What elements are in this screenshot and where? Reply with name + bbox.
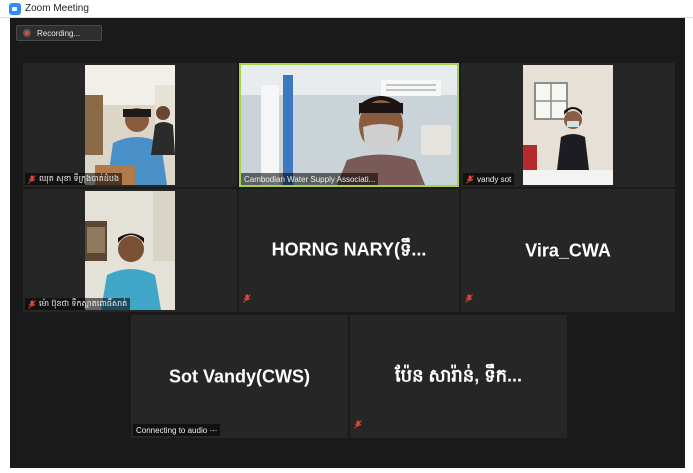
participant-tile[interactable]: vandy sot [461,63,675,187]
participant-display-name: ប៉ែន សារ៉ាន់, ទឹក... [394,365,523,385]
participant-tile[interactable]: ប៉ែន សារ៉ាន់, ទឹក... [350,315,567,438]
participant-display-name: HORNG NARY(ទឹ... [271,239,427,259]
audio-status-label: Connecting to audio ·‑· [136,425,218,435]
muted-mic-icon [28,299,36,309]
participant-tile[interactable]: HORNG NARY(ទឹ... [239,189,459,312]
participant-tile[interactable]: ឈុត សុខា ទីក្រុងបាត់ដំបង [23,63,237,187]
participant-name: vandy sot [477,174,512,184]
recording-label: Recording... [37,28,81,38]
recording-indicator[interactable]: Recording... [16,25,102,41]
muted-mic-icon [243,290,251,308]
audio-status: Connecting to audio ·‑· [133,424,221,436]
participant-nameplate: ម៉ោ ប៊ុនថា ទឹកស្អាតពោធិ៍សាត់ [25,298,131,310]
muted-mic-icon [465,290,473,308]
muted-mic-icon [466,174,474,184]
participant-name: ម៉ោ ប៊ុនថា ទឹកស្អាតពោធិ៍សាត់ [39,299,128,308]
participant-video [85,65,175,185]
muted-mic-icon [354,416,362,434]
active-speaker-tile[interactable]: Cambodian Water Supply Associati... [239,63,459,187]
participant-video [523,65,613,185]
participant-display-name: Sot Vandy(CWS) [168,366,310,386]
participant-video [85,191,175,310]
participant-name: ឈុត សុខា ទីក្រុងបាត់ដំបង [39,174,120,183]
participant-nameplate: Cambodian Water Supply Associati... [241,173,379,185]
window-titlebar: Zoom Meeting [0,0,693,18]
participant-nameplate: ឈុត សុខា ទីក្រុងបាត់ដំបង [25,173,123,185]
window-title: Zoom Meeting [25,3,89,14]
participant-video [241,65,457,185]
participant-tile[interactable]: Sot Vandy(CWS) Connecting to audio ·‑· [131,315,348,438]
participant-tile[interactable]: ម៉ោ ប៊ុនថា ទឹកស្អាតពោធិ៍សាត់ [23,189,237,312]
participant-display-name: Vira_CWA [525,240,611,260]
zoom-app-icon [9,2,21,15]
participant-tile[interactable]: Vira_CWA [461,189,675,312]
muted-mic-icon [28,174,36,184]
record-dot-icon [23,29,31,37]
participant-nameplate: vandy sot [463,173,515,185]
participant-name: Cambodian Water Supply Associati... [244,174,376,184]
